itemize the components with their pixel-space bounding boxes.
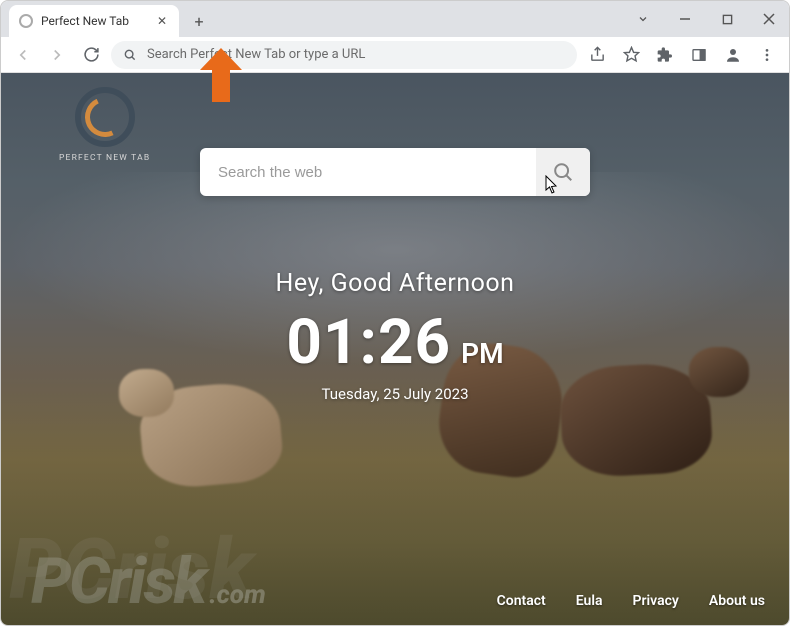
omnibox-placeholder: Search Perfect New Tab or type a URL: [147, 47, 565, 62]
share-icon[interactable]: [583, 41, 611, 69]
forward-button[interactable]: [43, 41, 71, 69]
clock-ampm: PM: [461, 337, 503, 370]
chevron-down-icon[interactable]: [631, 13, 655, 25]
maximize-icon[interactable]: [715, 14, 739, 25]
brand-logo: PERFECT NEW TAB: [59, 87, 150, 163]
footer-link-about[interactable]: About us: [709, 593, 765, 609]
titlebar: Perfect New Tab ✕ +: [1, 1, 789, 37]
search-icon: [552, 161, 574, 183]
browser-window: Perfect New Tab ✕ + Search Perfect New T…: [0, 0, 790, 626]
center-panel: Hey, Good Afternoon 01:26 PM Tuesday, 25…: [1, 269, 789, 403]
window-controls: [631, 1, 781, 37]
side-panel-icon[interactable]: [685, 41, 713, 69]
footer-links: Contact Eula Privacy About us: [497, 593, 765, 609]
search-box: [200, 148, 590, 196]
footer-link-contact[interactable]: Contact: [497, 593, 546, 609]
logo-mark-icon: [75, 87, 135, 147]
back-button[interactable]: [9, 41, 37, 69]
bookmark-star-icon[interactable]: [617, 41, 645, 69]
reload-button[interactable]: [77, 41, 105, 69]
minimize-icon[interactable]: [673, 13, 697, 25]
greeting-text: Hey, Good Afternoon: [1, 269, 789, 298]
extensions-icon[interactable]: [651, 41, 679, 69]
footer-link-privacy[interactable]: Privacy: [633, 593, 679, 609]
profile-icon[interactable]: [719, 41, 747, 69]
page-content: PERFECT NEW TAB Hey, Good Afternoon 01:2…: [1, 73, 789, 625]
date-text: Tuesday, 25 July 2023: [1, 385, 789, 403]
clock-time: 01:26: [286, 306, 451, 379]
search-input[interactable]: [200, 164, 536, 181]
close-icon[interactable]: [757, 13, 781, 25]
footer-link-eula[interactable]: Eula: [576, 593, 603, 609]
omnibox[interactable]: Search Perfect New Tab or type a URL: [111, 41, 577, 69]
tab-favicon: [19, 14, 33, 28]
search-icon: [123, 48, 137, 62]
new-tab-button[interactable]: +: [185, 7, 213, 35]
toolbar: Search Perfect New Tab or type a URL: [1, 37, 789, 73]
tab-active[interactable]: Perfect New Tab ✕: [9, 5, 179, 37]
search-button[interactable]: [536, 148, 590, 196]
tab-close-icon[interactable]: ✕: [155, 12, 169, 30]
tab-title: Perfect New Tab: [41, 14, 147, 28]
logo-text: PERFECT NEW TAB: [59, 153, 150, 163]
menu-icon[interactable]: [753, 41, 781, 69]
clock: 01:26 PM: [1, 306, 789, 379]
